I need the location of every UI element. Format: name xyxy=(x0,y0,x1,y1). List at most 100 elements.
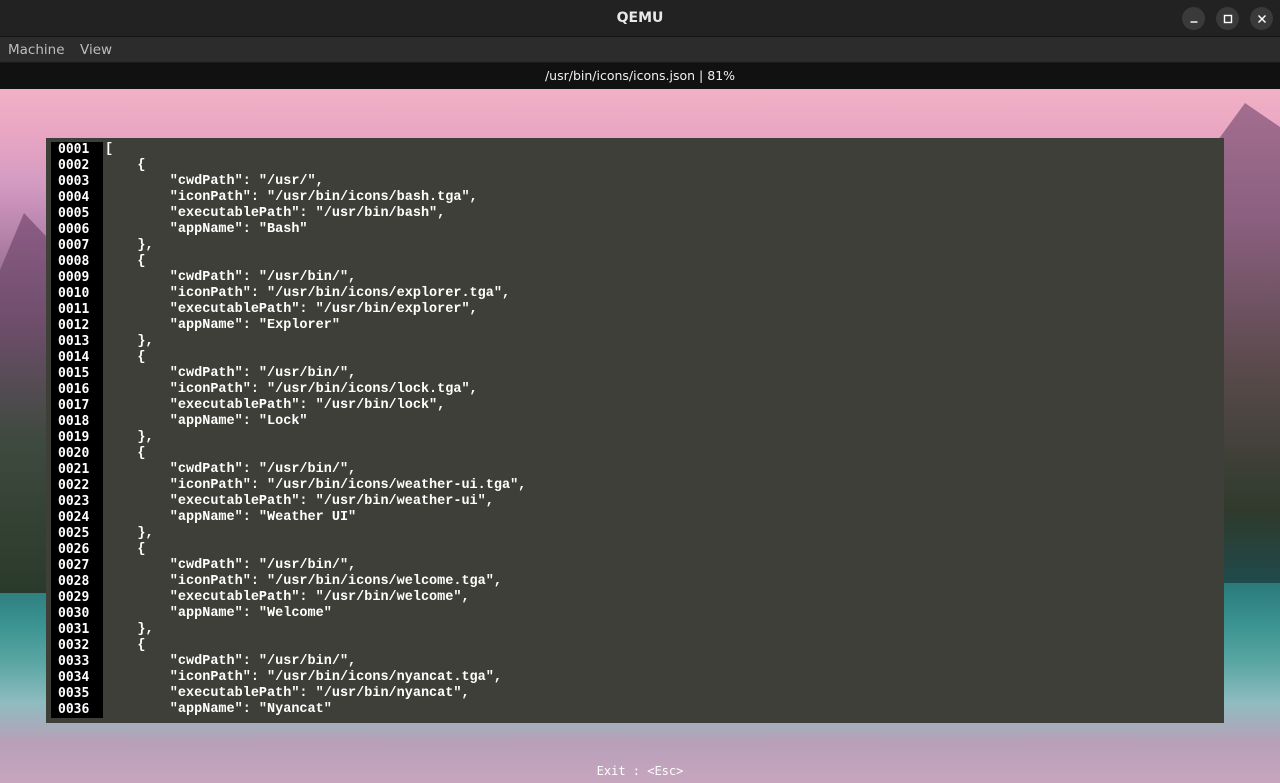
line-text: }, xyxy=(105,430,154,445)
line-text: "executablePath": "/usr/bin/lock", xyxy=(105,398,446,413)
line-text: { xyxy=(105,542,146,557)
line-number: 0022 xyxy=(51,478,103,494)
maximize-button[interactable] xyxy=(1216,7,1239,30)
line-number: 0017 xyxy=(51,398,103,414)
line-number: 0004 xyxy=(51,190,103,206)
line-text: { xyxy=(105,638,146,653)
line-text: "executablePath": "/usr/bin/weather-ui", xyxy=(105,494,494,509)
maximize-icon xyxy=(1223,14,1232,23)
line-number: 0015 xyxy=(51,366,103,382)
line-number: 0035 xyxy=(51,686,103,702)
guest-screen[interactable]: /usr/bin/icons/icons.json | 81% 0001[000… xyxy=(0,63,1280,783)
text-line: 0027 "cwdPath": "/usr/bin/", xyxy=(46,558,1224,574)
text-line: 0005 "executablePath": "/usr/bin/bash", xyxy=(46,206,1224,222)
line-text: "cwdPath": "/usr/bin/", xyxy=(105,462,357,477)
line-number: 0005 xyxy=(51,206,103,222)
text-line: 0009 "cwdPath": "/usr/bin/", xyxy=(46,270,1224,286)
text-line: 0006 "appName": "Bash" xyxy=(46,222,1224,238)
line-number: 0023 xyxy=(51,494,103,510)
text-line: 0031 }, xyxy=(46,622,1224,638)
text-line: 0017 "executablePath": "/usr/bin/lock", xyxy=(46,398,1224,414)
text-line: 0028 "iconPath": "/usr/bin/icons/welcome… xyxy=(46,574,1224,590)
line-text: "appName": "Nyancat" xyxy=(105,702,332,717)
line-text: { xyxy=(105,350,146,365)
line-text: "iconPath": "/usr/bin/icons/weather-ui.t… xyxy=(105,478,527,493)
text-line: 0018 "appName": "Lock" xyxy=(46,414,1224,430)
line-number: 0031 xyxy=(51,622,103,638)
line-number: 0009 xyxy=(51,270,103,286)
line-text: "cwdPath": "/usr/", xyxy=(105,174,324,189)
minimize-icon xyxy=(1190,20,1197,23)
line-text: "executablePath": "/usr/bin/nyancat", xyxy=(105,686,470,701)
text-line: 0010 "iconPath": "/usr/bin/icons/explore… xyxy=(46,286,1224,302)
line-text: "cwdPath": "/usr/bin/", xyxy=(105,366,357,381)
line-text: "iconPath": "/usr/bin/icons/welcome.tga"… xyxy=(105,574,502,589)
line-number: 0016 xyxy=(51,382,103,398)
line-text: "cwdPath": "/usr/bin/", xyxy=(105,654,357,669)
text-line: 0034 "iconPath": "/usr/bin/icons/nyancat… xyxy=(46,670,1224,686)
text-viewer[interactable]: 0001[0002 {0003 "cwdPath": "/usr/", 0004 … xyxy=(46,138,1224,723)
text-line: 0019 }, xyxy=(46,430,1224,446)
line-number: 0006 xyxy=(51,222,103,238)
window-titlebar: QEMU xyxy=(0,0,1280,37)
line-text: [ xyxy=(105,142,114,157)
line-number: 0007 xyxy=(51,238,103,254)
line-text: "iconPath": "/usr/bin/icons/nyancat.tga"… xyxy=(105,670,502,685)
line-number: 0021 xyxy=(51,462,103,478)
line-number: 0034 xyxy=(51,670,103,686)
text-line: 0007 }, xyxy=(46,238,1224,254)
line-text: "iconPath": "/usr/bin/icons/bash.tga", xyxy=(105,190,478,205)
text-line: 0033 "cwdPath": "/usr/bin/", xyxy=(46,654,1224,670)
line-number: 0001 xyxy=(51,142,103,158)
line-number: 0025 xyxy=(51,526,103,542)
line-text: "appName": "Weather UI" xyxy=(105,510,357,525)
text-line: 0012 "appName": "Explorer" xyxy=(46,318,1224,334)
line-number: 0008 xyxy=(51,254,103,270)
line-number: 0018 xyxy=(51,414,103,430)
line-number: 0029 xyxy=(51,590,103,606)
text-line: 0024 "appName": "Weather UI" xyxy=(46,510,1224,526)
line-number: 0027 xyxy=(51,558,103,574)
text-line: 0036 "appName": "Nyancat" xyxy=(46,702,1224,718)
line-number: 0014 xyxy=(51,350,103,366)
text-line: 0011 "executablePath": "/usr/bin/explore… xyxy=(46,302,1224,318)
line-number: 0003 xyxy=(51,174,103,190)
close-button[interactable] xyxy=(1250,7,1273,30)
window-title: QEMU xyxy=(616,10,664,26)
text-line: 0022 "iconPath": "/usr/bin/icons/weather… xyxy=(46,478,1224,494)
text-line: 0015 "cwdPath": "/usr/bin/", xyxy=(46,366,1224,382)
text-line: 0014 { xyxy=(46,350,1224,366)
line-text: { xyxy=(105,254,146,269)
text-line: 0001[ xyxy=(46,142,1224,158)
line-number: 0030 xyxy=(51,606,103,622)
text-line: 0026 { xyxy=(46,542,1224,558)
text-line: 0003 "cwdPath": "/usr/", xyxy=(46,174,1224,190)
line-number: 0013 xyxy=(51,334,103,350)
line-number: 0036 xyxy=(51,702,103,718)
line-text: "executablePath": "/usr/bin/welcome", xyxy=(105,590,470,605)
exit-hint: Exit : <Esc> xyxy=(596,764,684,778)
menu-machine[interactable]: Machine xyxy=(8,37,65,63)
line-text: "cwdPath": "/usr/bin/", xyxy=(105,270,357,285)
line-number: 0002 xyxy=(51,158,103,174)
text-line: 0035 "executablePath": "/usr/bin/nyancat… xyxy=(46,686,1224,702)
line-text: { xyxy=(105,446,146,461)
line-number: 0032 xyxy=(51,638,103,654)
menu-view[interactable]: View xyxy=(80,37,112,63)
line-text: "iconPath": "/usr/bin/icons/lock.tga", xyxy=(105,382,478,397)
text-line: 0002 { xyxy=(46,158,1224,174)
text-line: 0030 "appName": "Welcome" xyxy=(46,606,1224,622)
line-number: 0011 xyxy=(51,302,103,318)
line-text: }, xyxy=(105,238,154,253)
text-line: 0021 "cwdPath": "/usr/bin/", xyxy=(46,462,1224,478)
close-icon xyxy=(1257,14,1266,23)
text-line: 0025 }, xyxy=(46,526,1224,542)
line-text: "appName": "Bash" xyxy=(105,222,308,237)
text-line: 0004 "iconPath": "/usr/bin/icons/bash.tg… xyxy=(46,190,1224,206)
line-text: "executablePath": "/usr/bin/bash", xyxy=(105,206,446,221)
line-number: 0020 xyxy=(51,446,103,462)
line-text: "appName": "Explorer" xyxy=(105,318,340,333)
text-line: 0020 { xyxy=(46,446,1224,462)
minimize-button[interactable] xyxy=(1182,7,1205,30)
line-number: 0019 xyxy=(51,430,103,446)
